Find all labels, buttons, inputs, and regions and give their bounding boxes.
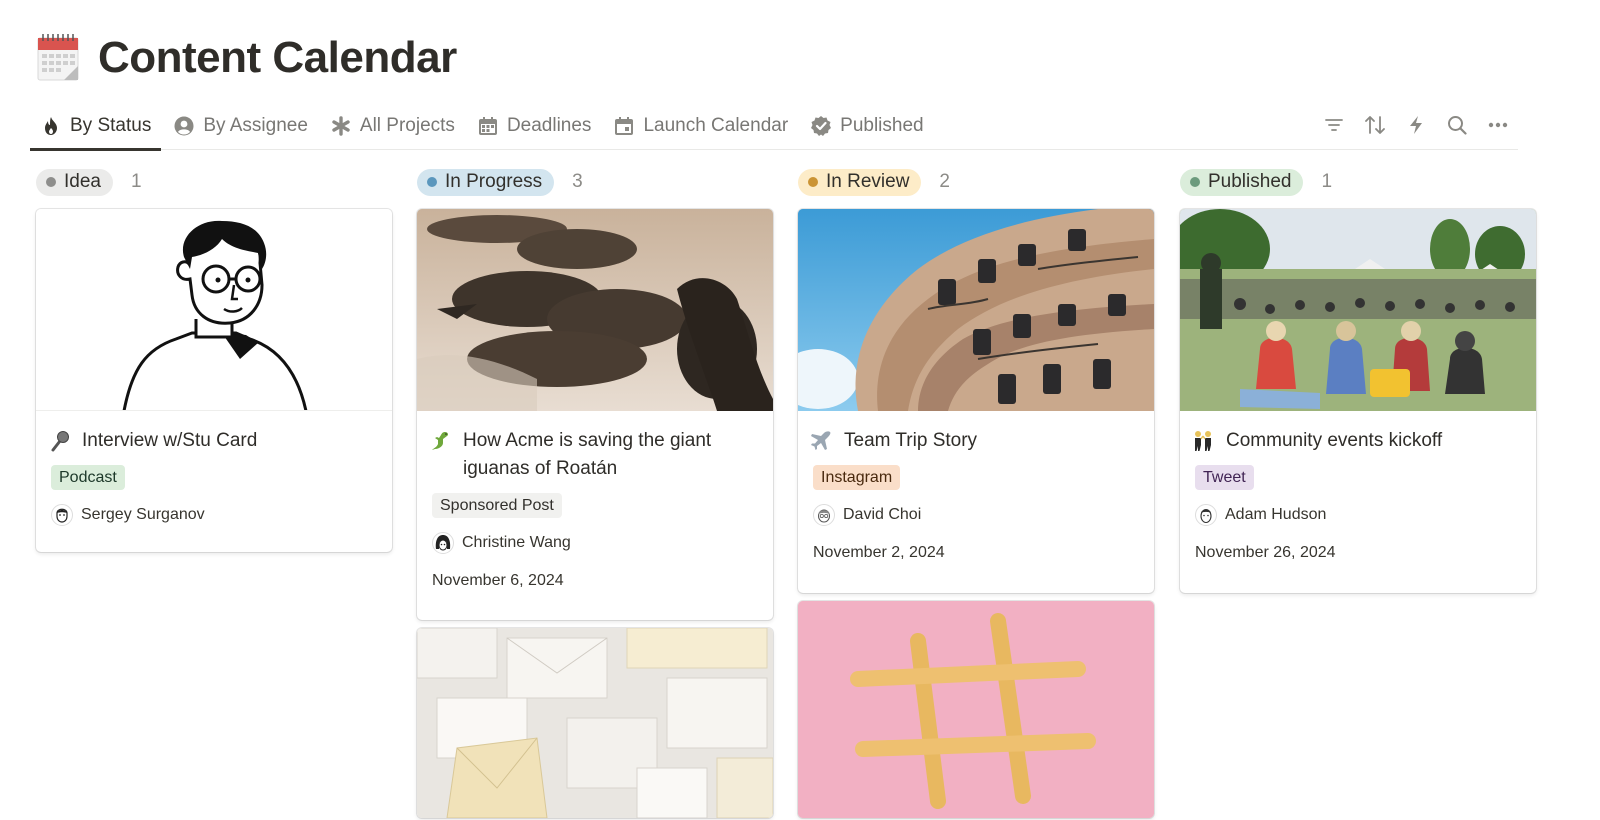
column-count: 3 [572,171,583,192]
column-header[interactable]: In Progress 3 [417,164,773,200]
tab-deadlines[interactable]: Deadlines [467,103,602,149]
board-card[interactable] [417,628,773,818]
tab-label: By Status [70,114,152,136]
card-title-text: Interview w/Stu Card [82,430,258,451]
assignee-name: Sergey Surganov [81,506,205,523]
card-assignee: David Choi [813,504,1154,526]
card-title: Team Trip Story [798,411,1154,455]
tab-published[interactable]: Published [800,103,933,149]
board-column-in-review: In Review 2 Team Trip Story Instagram Da… [798,164,1154,818]
card-title-text: How Acme is saving the giant iguanas of … [463,430,712,479]
card-cover-image [798,601,1154,818]
board-column-in-progress: In Progress 3 How Acme is saving the gia… [417,164,773,818]
card-cover-image [417,628,773,818]
status-dot [1190,177,1200,187]
column-header[interactable]: Idea 1 [36,164,392,200]
airplane-icon [808,427,834,455]
status-dot [427,177,437,187]
sort-icon[interactable] [1354,108,1395,142]
card-cover-image [417,209,773,411]
tab-label: Published [840,114,924,136]
assignee-name: David Choi [843,506,922,523]
avatar [432,532,454,554]
tab-by-status[interactable]: By Status [30,103,162,151]
column-count: 1 [1321,171,1333,192]
content-type-tag: Instagram [813,465,901,490]
tab-label: All Projects [359,114,455,136]
view-toolbar [1313,102,1518,148]
column-header[interactable]: In Review 2 [798,164,1154,200]
status-pill: Idea [36,168,113,196]
card-title: Community events kickoff [1180,411,1536,455]
tab-by-assignee[interactable]: By Assignee [163,103,318,149]
card-assignee: Christine Wang [432,532,773,554]
lightning-icon[interactable] [1395,108,1436,142]
card-cover-image [1180,209,1536,411]
content-type-tag: Sponsored Post [432,493,562,518]
search-icon[interactable] [1436,108,1477,142]
card-date: November 26, 2024 [1195,544,1336,561]
status-label: Idea [64,171,101,192]
board-column-idea: Idea 1 Interview w/Stu Card Podcast Serg… [36,164,392,552]
card-title-text: Community events kickoff [1226,430,1443,451]
more-icon[interactable] [1477,108,1518,142]
status-label: Published [1208,171,1292,192]
board-card[interactable] [798,601,1154,818]
avatar [51,504,73,526]
board-card[interactable]: Interview w/Stu Card Podcast Sergey Surg… [36,209,392,552]
card-cover-image [798,209,1154,411]
status-dot [808,177,818,187]
avatar [1195,504,1217,526]
status-dot [46,177,56,187]
content-type-tag: Tweet [1195,465,1254,490]
tab-label: Launch Calendar [643,114,789,136]
calendar-icon [613,115,635,137]
card-date: November 6, 2024 [432,572,564,589]
tab-all-projects[interactable]: All Projects [320,103,465,149]
person-circle-icon [173,115,195,137]
assignee-name: Christine Wang [462,534,571,551]
board-column-published: Published 1 Community events kickoff Twe… [1180,164,1536,593]
people-dancing-icon [1190,427,1216,455]
tab-label: By Assignee [203,114,308,136]
board-card[interactable]: How Acme is saving the giant iguanas of … [417,209,773,620]
card-cover-image [36,209,392,411]
status-pill: In Review [798,168,922,196]
card-title-text: Team Trip Story [844,430,978,451]
calendar-grid-icon [477,115,499,137]
calendar-icon[interactable] [36,32,82,82]
status-pill: Published [1180,168,1304,196]
tab-launch-calendar[interactable]: Launch Calendar [603,103,798,149]
column-header[interactable]: Published 1 [1180,164,1536,200]
page-title: Content Calendar [98,33,457,82]
card-date: November 2, 2024 [813,544,945,561]
content-type-tag: Podcast [51,465,125,490]
column-count: 1 [130,171,142,192]
tab-label: Deadlines [506,114,592,136]
view-tabs: By Status By Assignee All Projects Deadl… [30,102,1518,151]
assignee-name: Adam Hudson [1225,506,1327,523]
status-pill: In Progress [417,168,555,196]
board-card[interactable]: Community events kickoff Tweet Adam Huds… [1180,209,1536,593]
asterisk-icon [330,115,352,137]
avatar [813,504,835,526]
column-count: 2 [939,171,950,192]
status-label: In Review [826,171,910,192]
filter-icon[interactable] [1313,108,1354,142]
card-assignee: Sergey Surganov [51,504,392,526]
verified-badge-icon [810,115,832,137]
card-assignee: Adam Hudson [1195,504,1536,526]
board-card[interactable]: Team Trip Story Instagram David Choi Nov… [798,209,1154,593]
status-label: In Progress [445,171,543,192]
microphone-icon [46,427,72,455]
flame-icon [40,115,62,137]
lizard-icon [427,427,453,455]
card-title: Interview w/Stu Card [36,411,392,455]
card-title: How Acme is saving the giant iguanas of … [417,411,773,483]
